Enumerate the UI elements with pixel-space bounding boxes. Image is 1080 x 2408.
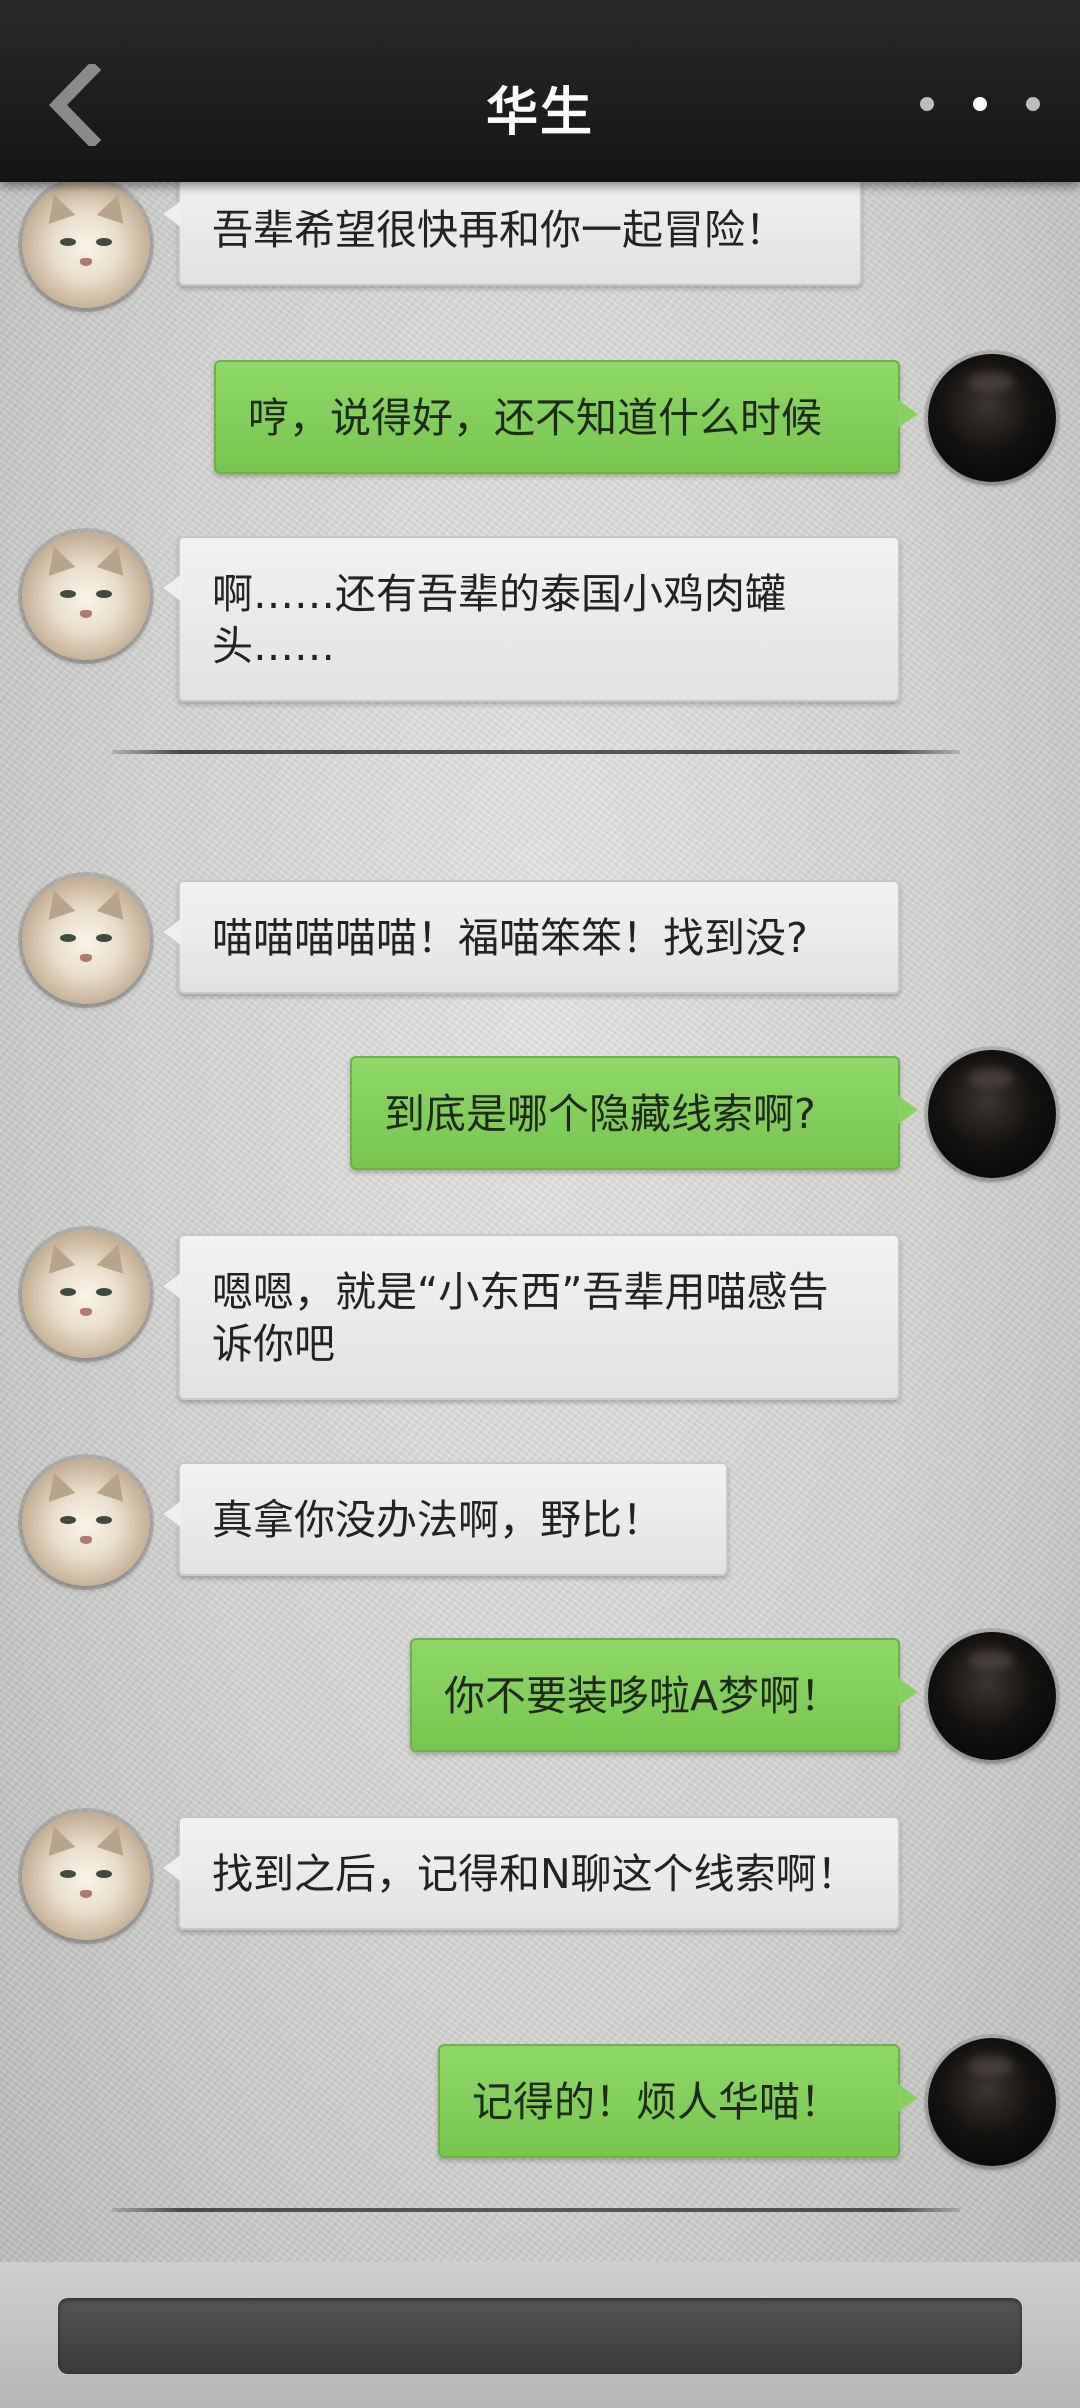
avatar-user[interactable] (928, 1632, 1056, 1760)
section-divider (112, 2208, 960, 2212)
avatar-watson[interactable] (22, 1458, 150, 1586)
message-text: 你不要装哆啦A梦啊！ (444, 1672, 842, 1720)
avatar-watson[interactable] (22, 1230, 150, 1358)
message-text: 到底是哪个隐藏线索啊? (384, 1090, 816, 1138)
more-dots-icon (1026, 97, 1040, 111)
message-text: 啊……还有吾辈的泰国小鸡肉罐头…… (212, 570, 786, 670)
message-bubble-right: 到底是哪个隐藏线索啊? (350, 1056, 918, 1170)
message-input[interactable] (58, 2298, 1022, 2374)
section-divider (112, 750, 960, 754)
avatar-watson[interactable] (22, 180, 150, 308)
message-text: 喵喵喵喵喵！福喵笨笨！找到没? (212, 914, 808, 962)
message-bubble-left: 真拿你没办法啊，野比！ (160, 1462, 728, 1576)
message-bubble-right: 哼，说得好，还不知道什么时候 (214, 360, 918, 474)
message-text: 吾辈希望很快再和你一起冒险！ (212, 206, 786, 254)
message-bubble-left: 喵喵喵喵喵！福喵笨笨！找到没? (160, 880, 900, 994)
more-dots-icon (920, 97, 934, 111)
message-bubble-right: 记得的！烦人华喵！ (438, 2044, 918, 2158)
message-bubble-left: 找到之后，记得和N聊这个线索啊！ (160, 1816, 900, 1930)
message-text: 嗯嗯，就是“小东西”吾辈用喵感告诉你吧 (212, 1268, 829, 1368)
message-bubble-left: 啊……还有吾辈的泰国小鸡肉罐头…… (160, 536, 900, 702)
avatar-watson[interactable] (22, 532, 150, 660)
message-bubble-right: 你不要装哆啦A梦啊！ (410, 1638, 918, 1752)
avatar-watson[interactable] (22, 876, 150, 1004)
message-text: 记得的！烦人华喵！ (472, 2078, 841, 2126)
avatar-user[interactable] (928, 354, 1056, 482)
message-text: 找到之后，记得和N聊这个线索啊！ (212, 1850, 858, 1898)
page-title: 华生 (485, 82, 594, 143)
avatar-user[interactable] (928, 2038, 1056, 2166)
message-text: 哼，说得好，还不知道什么时候 (248, 394, 822, 442)
message-text: 真拿你没办法啊，野比！ (212, 1496, 663, 1544)
avatar-user[interactable] (928, 1050, 1056, 1178)
avatar-watson[interactable] (22, 1812, 150, 1940)
bottom-bar (0, 2262, 1080, 2408)
more-dots-icon (973, 97, 987, 111)
more-options-button[interactable] (920, 84, 1040, 124)
chat-header: 华生 (0, 0, 1080, 182)
message-bubble-left: 嗯嗯，就是“小东西”吾辈用喵感告诉你吧 (160, 1234, 900, 1400)
